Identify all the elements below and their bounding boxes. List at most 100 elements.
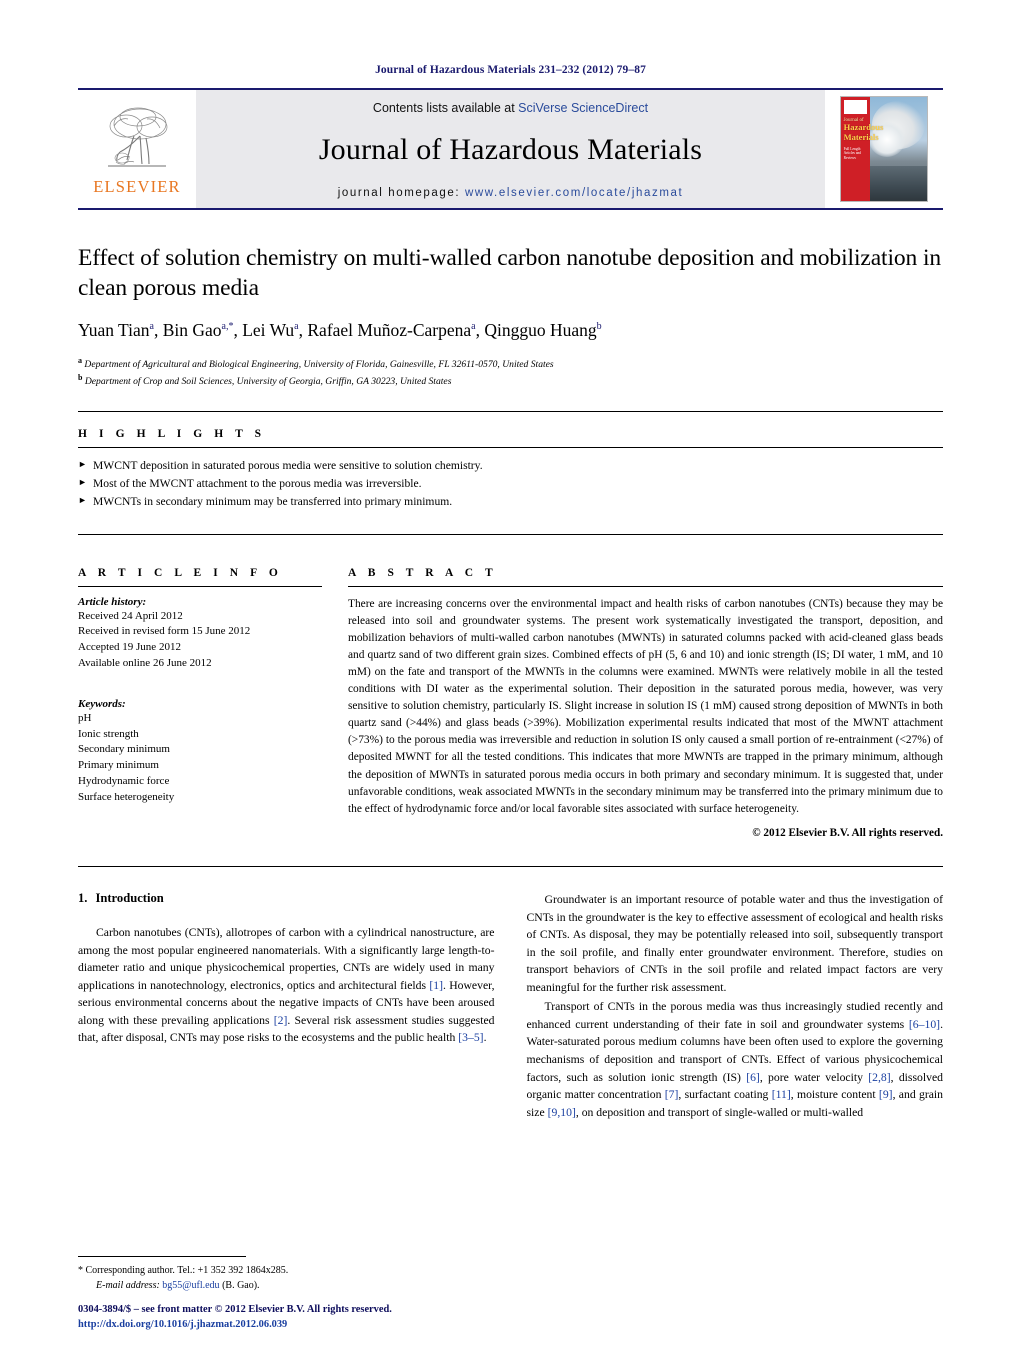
body-column-right: Groundwater is an important resource of … xyxy=(527,891,944,1123)
intro-text-d: . xyxy=(483,1031,487,1045)
email-suffix: (B. Gao). xyxy=(222,1279,260,1291)
section-title: Introduction xyxy=(95,891,164,906)
intro-paragraph-left: Carbon nanotubes (CNTs), allotropes of c… xyxy=(78,924,495,1047)
corresponding-author-note: * Corresponding author. Tel.: +1 352 392… xyxy=(78,1265,289,1276)
highlight-text: MWCNTs in secondary minimum may be trans… xyxy=(93,495,453,509)
article-history-item: Available online 26 June 2012 xyxy=(78,656,212,669)
title-block: Effect of solution chemistry on multi-wa… xyxy=(78,210,943,389)
copyright-line: © 2012 Elsevier B.V. All rights reserved… xyxy=(752,826,943,839)
author-list: Yuan Tiana, Bin Gaoa,*, Lei Wua, Rafael … xyxy=(78,320,602,341)
abstract-text: There are increasing concerns over the e… xyxy=(348,597,943,815)
journal-title: Journal of Hazardous Materials xyxy=(318,133,703,166)
citation-6[interactable]: [6] xyxy=(746,1071,760,1084)
masthead-center: Contents lists available at SciVerse Sci… xyxy=(196,90,825,208)
author-4-affiliation-marker: b xyxy=(596,321,602,333)
citation-9-10[interactable]: [9,10] xyxy=(548,1106,576,1119)
author-1: Bin Gao xyxy=(162,320,222,341)
homepage-prefix: journal homepage: xyxy=(337,187,465,199)
affiliation-b-marker: b xyxy=(78,372,83,382)
intro-r2-e: , surfactant coating xyxy=(678,1088,772,1102)
keywords-block: Keywords: pH Ionic strength Secondary mi… xyxy=(78,698,322,806)
footnote-rule xyxy=(78,1256,246,1257)
sciencedirect-link[interactable]: SciVerse ScienceDirect xyxy=(518,101,648,115)
citation-9[interactable]: [9] xyxy=(879,1088,893,1101)
cover-elsevier-mark xyxy=(844,100,867,114)
journal-cover-container: Journal of Hazardous Materials Full Leng… xyxy=(825,90,943,208)
keywords-title: Keywords: xyxy=(78,697,126,710)
citation-2[interactable]: [2] xyxy=(274,1014,288,1027)
author-4: Qingguo Huang xyxy=(484,320,597,341)
running-head: Journal of Hazardous Materials 231–232 (… xyxy=(375,64,646,76)
abstract-label: A B S T R A C T xyxy=(348,566,498,579)
article-page: Journal of Hazardous Materials 231–232 (… xyxy=(0,0,1021,1351)
bullet-arrow-icon: ► xyxy=(78,476,87,487)
journal-cover-thumbnail: Journal of Hazardous Materials Full Leng… xyxy=(840,96,928,202)
cover-industrial-plant xyxy=(870,165,927,201)
author-2: Lei Wu xyxy=(242,320,295,341)
intro-r2-a: Transport of CNTs in the porous media wa… xyxy=(526,1000,944,1031)
section-heading-introduction: 1. Introduction xyxy=(78,891,495,906)
email-note: E-mail address: bg55@ufl.edu (B. Gao). xyxy=(78,1279,508,1294)
abstract-column: A B S T R A C T There are increasing con… xyxy=(348,551,943,851)
cover-title-line2: Hazardous xyxy=(843,122,884,133)
citation-1[interactable]: [1] xyxy=(429,979,443,992)
abstract-rule xyxy=(348,585,943,587)
author-3: Rafael Muñoz-Carpena xyxy=(307,320,472,341)
citation-6-10[interactable]: [6–10] xyxy=(909,1018,940,1031)
journal-masthead: ELSEVIER Contents lists available at Sci… xyxy=(78,88,943,210)
highlight-item: ► Most of the MWCNT attachment to the por… xyxy=(78,475,943,493)
highlight-text: Most of the MWCNT attachment to the poro… xyxy=(93,476,422,490)
email-link[interactable]: bg55@ufl.edu xyxy=(162,1280,219,1291)
elsevier-logo: ELSEVIER xyxy=(78,90,196,208)
elsevier-tree-icon xyxy=(108,107,168,166)
keyword-item: Primary minimum xyxy=(78,759,159,772)
intro-r2-f: , moisture content xyxy=(790,1088,879,1102)
bullet-arrow-icon: ► xyxy=(78,458,87,469)
cover-title: Journal of Hazardous Materials xyxy=(844,118,913,143)
author-0: Yuan Tian xyxy=(78,320,150,341)
author-1-affiliation-marker: a,* xyxy=(221,321,234,333)
keyword-item: Ionic strength xyxy=(78,727,139,740)
article-info-rule xyxy=(78,585,322,587)
doi-link[interactable]: http://dx.doi.org/10.1016/j.jhazmat.2012… xyxy=(78,1317,518,1333)
homepage-link[interactable]: www.elsevier.com/locate/jhazmat xyxy=(465,187,683,199)
citation-2-8[interactable]: [2,8] xyxy=(868,1071,890,1084)
info-abstract-row: A R T I C L E I N F O Article history: R… xyxy=(78,551,943,851)
intro-r2-c: , pore water velocity xyxy=(759,1070,869,1084)
article-info-column: A R T I C L E I N F O Article history: R… xyxy=(78,551,322,851)
divider-above-abstract xyxy=(78,533,943,535)
cover-title-line3: Materials xyxy=(843,131,879,142)
highlight-item: ► MWCNTs in secondary minimum may be tran… xyxy=(78,493,943,511)
body-column-left: 1. Introduction Carbon nanotubes (CNTs), … xyxy=(78,891,495,1123)
article-history-item: Received in revised form 15 June 2012 xyxy=(78,625,251,638)
article-title: Effect of solution chemistry on multi-wa… xyxy=(78,245,942,301)
affiliation-a: a Department of Agricultural and Biologi… xyxy=(78,355,943,372)
author-0-affiliation-marker: a xyxy=(149,321,154,333)
affiliation-a-text: Department of Agricultural and Biologica… xyxy=(84,359,554,371)
highlights-rule xyxy=(78,446,943,448)
journal-homepage-line: journal homepage: www.elsevier.com/locat… xyxy=(338,187,684,199)
affiliation-b-text: Department of Crop and Soil Sciences, Un… xyxy=(84,375,452,387)
article-history-title: Article history: xyxy=(78,595,147,608)
footnote-area: * Corresponding author. Tel.: +1 352 392… xyxy=(78,1256,508,1293)
intro-r2-h: , on deposition and transport of single-… xyxy=(575,1105,864,1119)
intro-paragraph-right-1: Groundwater is an important resource of … xyxy=(526,893,944,994)
divider-above-body xyxy=(78,866,943,868)
email-label: E-mail address: xyxy=(96,1279,160,1291)
contents-available-line: Contents lists available at SciVerse Sci… xyxy=(373,101,648,115)
highlight-text: MWCNT deposition in saturated porous med… xyxy=(93,458,483,472)
intro-paragraph-right-2: Transport of CNTs in the porous media wa… xyxy=(527,998,944,1121)
highlights-label: H I G H L I G H T S xyxy=(78,427,266,440)
keyword-item: Secondary minimum xyxy=(78,743,170,756)
issn-line: 0304-3894/$ – see front matter © 2012 El… xyxy=(78,1303,392,1315)
author-2-affiliation-marker: a xyxy=(294,321,299,333)
footer-block: 0304-3894/$ – see front matter © 2012 El… xyxy=(78,1302,518,1333)
keyword-item: Hydrodynamic force xyxy=(78,775,170,788)
contents-prefix: Contents lists available at xyxy=(372,101,519,115)
citation-3-5[interactable]: [3–5] xyxy=(458,1031,483,1044)
citation-11[interactable]: [11] xyxy=(772,1088,791,1101)
elsevier-wordmark: ELSEVIER xyxy=(93,176,181,196)
highlights-list: ► MWCNT deposition in saturated porous me… xyxy=(78,457,943,512)
citation-7[interactable]: [7] xyxy=(665,1088,679,1101)
keyword-item: pH xyxy=(78,711,92,724)
